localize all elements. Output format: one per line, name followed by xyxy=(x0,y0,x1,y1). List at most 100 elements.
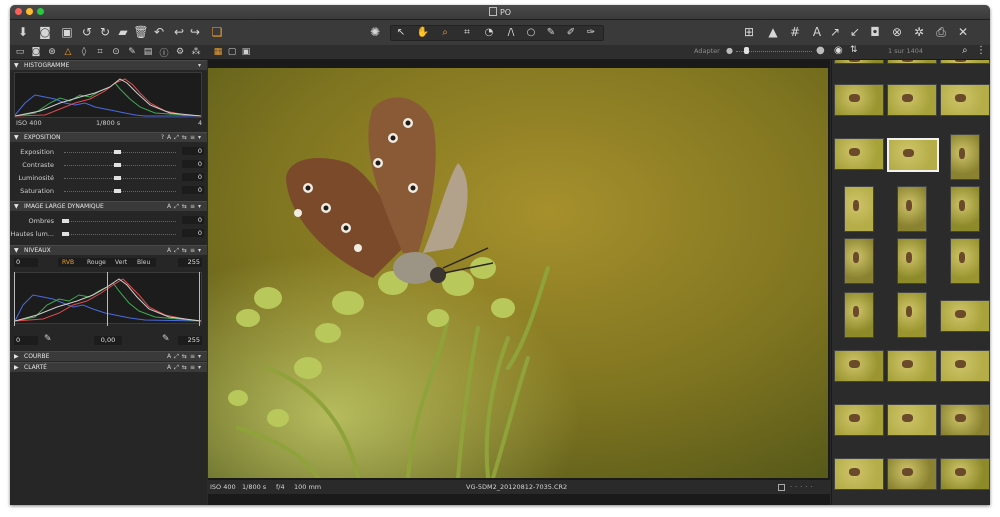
channel-green-tab[interactable]: Vert xyxy=(115,258,127,267)
rating-square-icon[interactable] xyxy=(778,484,785,491)
image-viewer[interactable]: ISO 400 1/800 s f/4 100 mm VG-5DM2_20120… xyxy=(208,60,830,505)
rotate-right-icon[interactable]: ↻ xyxy=(96,23,114,41)
thumbnail[interactable] xyxy=(887,138,939,172)
panel-actions-icons[interactable]: A⤢⇆≡▾ xyxy=(167,352,204,361)
grid-view-icon[interactable]: ▦ xyxy=(212,46,224,58)
thumbnail[interactable] xyxy=(887,60,937,64)
cancel-icon[interactable]: ⊗ xyxy=(888,23,906,41)
folder-tab-icon[interactable]: ▭ xyxy=(14,46,26,58)
menu-icon[interactable]: ⋮ xyxy=(976,45,986,56)
thumbnail[interactable] xyxy=(940,60,990,64)
exposure-tab-icon[interactable]: △ xyxy=(62,46,74,58)
thumbnail[interactable] xyxy=(887,350,937,382)
curve-header[interactable]: ▶ COURBE A⤢⇆≡▾ xyxy=(10,351,207,361)
clarity-header[interactable]: ▶ CLARTÉ A⤢⇆≡▾ xyxy=(10,362,207,372)
luminosity-value-field[interactable]: 0 xyxy=(182,173,204,181)
exposure-header[interactable]: ▼ EXPOSITION ?A⤢⇆≡▾ xyxy=(10,132,207,142)
levels-gamma-handle[interactable] xyxy=(107,272,108,326)
thumbnail[interactable] xyxy=(940,404,990,436)
thumbnail[interactable] xyxy=(834,404,884,436)
thumbnail[interactable] xyxy=(950,134,980,180)
circle-mask-icon[interactable]: ○ xyxy=(522,23,540,41)
cursor-sun-icon[interactable]: ✺ xyxy=(366,23,384,41)
grid-icon[interactable]: # xyxy=(786,23,804,41)
levels-gamma-field[interactable]: 0,00 xyxy=(94,336,122,345)
output-tab-icon[interactable]: ⚙ xyxy=(174,46,186,58)
camera-icon[interactable]: ◘ xyxy=(866,23,884,41)
eraser-tool-icon[interactable]: ✐ xyxy=(562,23,580,41)
text-annotation-icon[interactable]: A xyxy=(808,23,826,41)
thumbnail[interactable] xyxy=(940,84,990,116)
thumbnail[interactable] xyxy=(844,186,874,232)
info-tab-icon[interactable]: ⓘ xyxy=(158,46,170,59)
camera-tab-icon[interactable]: ◙ xyxy=(30,46,42,58)
panel-actions-icons[interactable]: A⤢⇆≡▾ xyxy=(167,202,204,211)
rating-dots[interactable]: ····· xyxy=(790,480,815,494)
reset-icon[interactable]: ↶ xyxy=(150,23,168,41)
levels-black-handle[interactable] xyxy=(14,272,15,326)
exposure-value-field[interactable]: 0 xyxy=(182,147,204,155)
variants-icon[interactable]: ❏ xyxy=(208,23,226,41)
black-point-picker-icon[interactable]: ✎ xyxy=(44,334,52,344)
levels-white-handle[interactable] xyxy=(199,272,200,326)
eye-icon[interactable]: ◉ xyxy=(834,45,843,56)
straighten-tool-icon[interactable]: ◔ xyxy=(480,23,498,41)
shadows-slider-track[interactable] xyxy=(64,221,176,223)
panel-actions-icons[interactable]: ?A⤢⇆≡▾ xyxy=(161,133,204,142)
channel-rgb-tab[interactable]: RVB xyxy=(62,258,74,267)
move-icon[interactable]: ▰ xyxy=(114,23,132,41)
thumbnail[interactable] xyxy=(897,186,927,232)
shadows-value-field[interactable]: 0 xyxy=(182,216,204,224)
batch-tab-icon[interactable]: ⁂ xyxy=(190,46,202,58)
channel-red-tab[interactable]: Rouge xyxy=(87,258,106,267)
thumbnail[interactable] xyxy=(940,458,990,490)
adapter-label[interactable]: Adapter xyxy=(694,47,720,55)
picker-tool-icon[interactable]: ✑ xyxy=(582,23,600,41)
exposure-slider-thumb[interactable] xyxy=(114,150,121,154)
settings-gear-icon[interactable]: ✲ xyxy=(910,23,928,41)
levels-output-high-field[interactable]: 255 xyxy=(178,336,202,345)
print-icon[interactable]: ⎙ xyxy=(932,23,950,41)
thumbnail[interactable] xyxy=(834,458,884,490)
pointer-tool-icon[interactable]: ↖ xyxy=(392,23,410,41)
thumbnail[interactable] xyxy=(834,138,884,170)
capture-icon[interactable]: ◙ xyxy=(36,23,54,41)
keystone-tool-icon[interactable]: /\ xyxy=(502,23,520,41)
highlights-slider-thumb[interactable] xyxy=(62,232,69,236)
contrast-value-field[interactable]: 0 xyxy=(182,160,204,168)
color-tab-icon[interactable]: ⊛ xyxy=(46,46,58,58)
single-view-icon[interactable]: ▢ xyxy=(226,46,238,58)
histogram-header[interactable]: ▼ HISTOGRAMME ▾ xyxy=(10,60,207,70)
crop-tool-icon[interactable]: ⌗ xyxy=(458,23,476,41)
thumbnail[interactable] xyxy=(834,60,884,64)
thumbnail[interactable] xyxy=(834,84,884,116)
arrow-down-left-icon[interactable]: ↙ xyxy=(846,23,864,41)
luminosity-slider-thumb[interactable] xyxy=(114,176,121,180)
warning-icon[interactable]: ▲ xyxy=(764,23,782,41)
thumbnail[interactable] xyxy=(950,186,980,232)
thumbnail[interactable] xyxy=(887,404,937,436)
thumbnail[interactable] xyxy=(940,350,990,382)
thumbnail[interactable] xyxy=(897,292,927,338)
metadata-tab-icon[interactable]: ▤ xyxy=(142,46,154,58)
levels-header[interactable]: ▼ NIVEAUX A⤢⇆≡▾ xyxy=(10,245,207,255)
panel-menu-icon[interactable]: ▾ xyxy=(198,61,204,70)
details-tab-icon[interactable]: ✎ xyxy=(126,46,138,58)
local-adjust-tab-icon[interactable]: ⊙ xyxy=(110,46,122,58)
butterfly-photo[interactable] xyxy=(208,68,828,478)
panel-actions-icons[interactable]: A⤢⇆≡▾ xyxy=(167,246,204,255)
search-icon[interactable]: ⌕ xyxy=(962,45,968,56)
contrast-slider-thumb[interactable] xyxy=(114,163,121,167)
levels-input-high-field[interactable]: 255 xyxy=(178,258,202,267)
thumbnail[interactable] xyxy=(897,238,927,284)
lens-tab-icon[interactable]: ◊ xyxy=(78,46,90,58)
pan-tool-icon[interactable]: ✋ xyxy=(414,23,432,41)
shadows-slider-thumb[interactable] xyxy=(62,219,69,223)
zoom-tool-icon[interactable]: ⌕ xyxy=(436,23,454,41)
white-point-picker-icon[interactable]: ✎ xyxy=(162,334,170,344)
thumbnail[interactable] xyxy=(950,238,980,284)
thumbnail[interactable] xyxy=(844,238,874,284)
saturation-value-field[interactable]: 0 xyxy=(182,186,204,194)
brush-tool-icon[interactable]: ✎ xyxy=(542,23,560,41)
thumbnail[interactable] xyxy=(940,300,990,332)
